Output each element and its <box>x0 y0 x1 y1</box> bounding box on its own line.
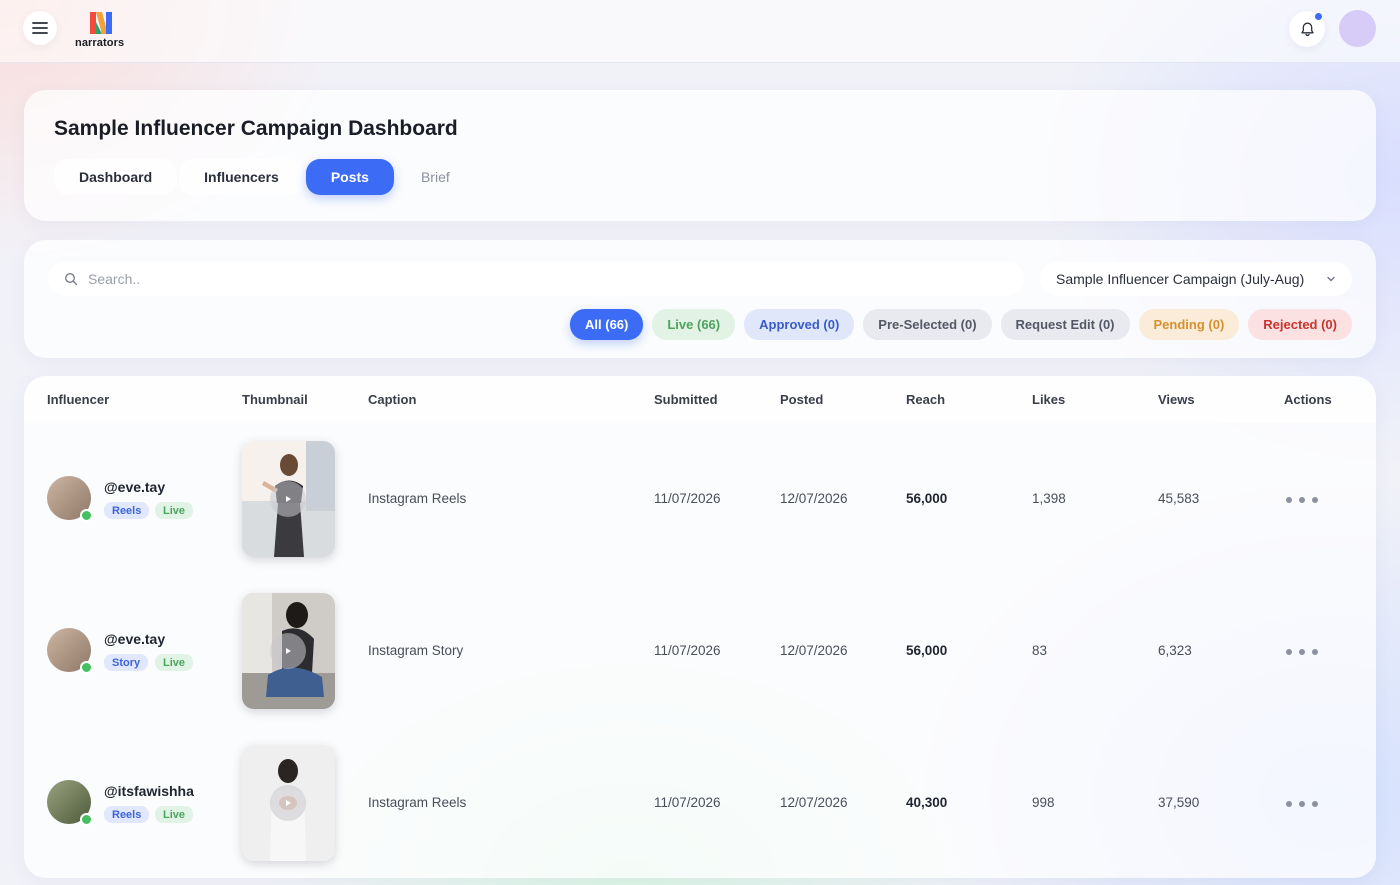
logo-mark-icon <box>90 12 112 34</box>
filter-chip-request-edit[interactable]: Request Edit (0) <box>1000 309 1130 340</box>
posted-date-cell: 12/07/2026 <box>780 491 848 506</box>
views-cell: 6,323 <box>1158 643 1192 658</box>
post-type-badge: Reels <box>104 806 150 823</box>
play-icon <box>286 496 291 502</box>
reach-cell: 56,000 <box>906 643 948 658</box>
posts-table: Influencer Thumbnail Caption Submitted P… <box>24 376 1376 878</box>
filter-card: Sample Influencer Campaign (July-Aug) Al… <box>24 240 1376 358</box>
table-row[interactable]: @eve.tay Reels Live Instagram Reels 11/0… <box>24 423 1376 575</box>
campaign-header-card: Sample Influencer Campaign Dashboard Das… <box>24 90 1376 221</box>
posted-date-cell: 12/07/2026 <box>780 643 848 658</box>
avatar[interactable] <box>47 780 93 826</box>
likes-cell: 83 <box>1032 643 1048 658</box>
table-row[interactable]: @eve.tay Story Live Instagram Story 11/0… <box>24 575 1376 727</box>
tab-posts[interactable]: Posts <box>305 159 394 195</box>
views-cell: 37,590 <box>1158 795 1200 810</box>
filter-chip-pre-selected[interactable]: Pre-Selected (0) <box>863 309 992 340</box>
narrators-logo[interactable]: narrators <box>75 10 131 50</box>
filter-chip-rejected[interactable]: Rejected (0) <box>1248 309 1352 340</box>
status-badge: Live <box>155 806 194 823</box>
avatar[interactable] <box>47 628 93 674</box>
influencer-handle[interactable]: @eve.tay <box>104 631 165 647</box>
notifications-button[interactable] <box>1289 11 1325 47</box>
post-thumbnail[interactable] <box>242 745 335 861</box>
column-header-influencer[interactable]: Influencer <box>47 392 109 407</box>
reach-cell: 56,000 <box>906 491 948 506</box>
tab-dashboard[interactable]: Dashboard <box>54 159 178 195</box>
online-status-dot <box>80 813 93 826</box>
play-button[interactable] <box>270 785 306 821</box>
play-button[interactable] <box>270 481 306 517</box>
online-status-dot <box>80 661 93 674</box>
post-type-badge: Reels <box>104 502 150 519</box>
influencer-handle[interactable]: @eve.tay <box>104 479 165 495</box>
campaign-select[interactable]: Sample Influencer Campaign (July-Aug) <box>1040 262 1352 296</box>
search-icon <box>64 272 78 286</box>
avatar[interactable] <box>47 476 93 522</box>
filter-chip-all[interactable]: All (66) <box>570 309 644 340</box>
submitted-date-cell: 11/07/2026 <box>654 643 721 658</box>
bell-icon <box>1300 22 1314 36</box>
caption-cell: Instagram Reels <box>368 795 467 810</box>
posted-date-cell: 12/07/2026 <box>780 795 848 810</box>
table-row[interactable]: @itsfawishha Reels Live Instagram Reels … <box>24 727 1376 878</box>
status-filter-chips: All (66) Live (66) Approved (0) Pre-Sele… <box>561 309 1352 340</box>
status-badge: Live <box>155 502 194 519</box>
search-input[interactable] <box>88 271 988 287</box>
column-header-caption[interactable]: Caption <box>368 392 416 407</box>
chevron-down-icon <box>1327 276 1335 282</box>
more-horizontal-icon[interactable] <box>1286 649 1325 655</box>
campaign-tabs: Dashboard Influencers Posts Brief <box>54 159 477 195</box>
submitted-date-cell: 11/07/2026 <box>654 491 721 506</box>
caption-cell: Instagram Story <box>368 643 464 658</box>
user-avatar[interactable] <box>1339 10 1376 47</box>
column-header-actions: Actions <box>1284 392 1332 407</box>
logo-text: narrators <box>75 37 125 49</box>
views-cell: 45,583 <box>1158 491 1200 506</box>
status-badge: Live <box>155 654 194 671</box>
search-box[interactable] <box>48 262 1024 296</box>
caption-cell: Instagram Reels <box>368 491 467 506</box>
post-thumbnail[interactable] <box>242 441 335 557</box>
menu-button[interactable] <box>23 11 57 45</box>
filter-chip-approved[interactable]: Approved (0) <box>744 309 855 340</box>
likes-cell: 998 <box>1032 795 1055 810</box>
column-header-views[interactable]: Views <box>1158 392 1195 407</box>
column-header-posted[interactable]: Posted <box>780 392 823 407</box>
campaign-select-value: Sample Influencer Campaign (July-Aug) <box>1056 271 1305 287</box>
filter-chip-live[interactable]: Live (66) <box>652 309 736 340</box>
tab-influencers[interactable]: Influencers <box>179 159 304 195</box>
tab-brief[interactable]: Brief <box>396 159 475 195</box>
page-title: Sample Influencer Campaign Dashboard <box>54 117 458 140</box>
table-header: Influencer Thumbnail Caption Submitted P… <box>24 376 1376 423</box>
play-icon <box>286 648 291 654</box>
column-header-reach[interactable]: Reach <box>906 392 945 407</box>
column-header-thumbnail: Thumbnail <box>242 392 308 407</box>
notification-dot <box>1314 12 1323 21</box>
column-header-likes[interactable]: Likes <box>1032 392 1065 407</box>
play-icon <box>286 800 291 806</box>
filter-chip-pending[interactable]: Pending (0) <box>1138 309 1240 340</box>
menu-icon <box>32 22 48 34</box>
top-bar: narrators <box>0 0 1400 63</box>
likes-cell: 1,398 <box>1032 491 1066 506</box>
column-header-submitted[interactable]: Submitted <box>654 392 718 407</box>
post-thumbnail[interactable] <box>242 593 335 709</box>
influencer-handle[interactable]: @itsfawishha <box>104 783 194 799</box>
more-horizontal-icon[interactable] <box>1286 497 1325 503</box>
online-status-dot <box>80 509 93 522</box>
reach-cell: 40,300 <box>906 795 948 810</box>
post-type-badge: Story <box>104 654 149 671</box>
submitted-date-cell: 11/07/2026 <box>654 795 721 810</box>
play-button[interactable] <box>270 633 306 669</box>
more-horizontal-icon[interactable] <box>1286 801 1325 807</box>
